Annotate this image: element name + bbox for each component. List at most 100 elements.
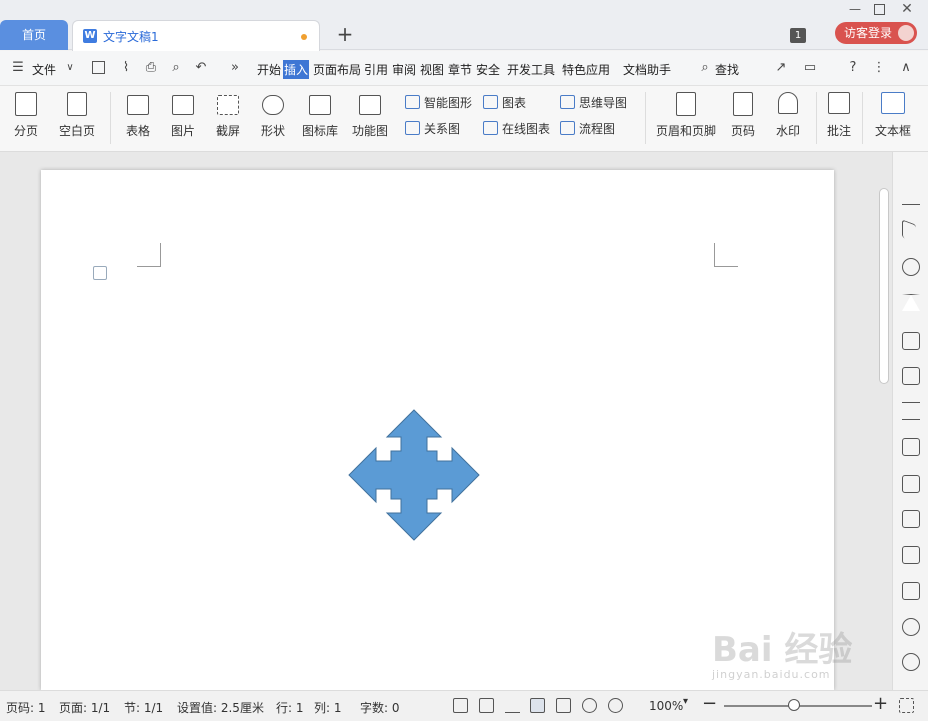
- shield-icon[interactable]: [902, 618, 920, 636]
- picture-icon[interactable]: [902, 582, 920, 600]
- image-icon[interactable]: [902, 438, 920, 456]
- page-view-icon[interactable]: [530, 698, 545, 713]
- status-page-number[interactable]: 页码: 1: [6, 699, 46, 716]
- unsaved-dot-icon: [301, 34, 307, 40]
- header-footer-button[interactable]: 页眉和页脚: [654, 92, 718, 139]
- paste-options-icon[interactable]: [93, 266, 107, 280]
- menu-start[interactable]: 开始: [257, 61, 281, 78]
- flowchart-icon: [560, 121, 575, 135]
- icon-library-button[interactable]: 图标库: [300, 92, 340, 139]
- text-box-button[interactable]: 文本框: [870, 92, 916, 139]
- menu-developer[interactable]: 开发工具: [507, 61, 555, 78]
- relation-chart-button[interactable]: 关系图: [405, 120, 460, 137]
- status-row[interactable]: 行: 1: [276, 699, 304, 716]
- document-page[interactable]: [41, 170, 834, 690]
- table-button[interactable]: 表格: [120, 92, 156, 139]
- picture-icon: [172, 95, 194, 115]
- menu-doc-assistant[interactable]: 文档助手: [623, 61, 671, 78]
- flowchart-button[interactable]: 流程图: [560, 120, 615, 137]
- blank-page-button[interactable]: 空白页: [53, 92, 101, 139]
- eye-protect-icon[interactable]: [608, 698, 623, 713]
- menu-review[interactable]: 审阅: [392, 61, 416, 78]
- tab-document[interactable]: W 文字文稿1: [72, 20, 320, 51]
- visitor-login-button[interactable]: 访客登录: [835, 22, 917, 44]
- zoom-in-icon[interactable]: +: [873, 693, 888, 714]
- watermark-button[interactable]: 水印: [770, 92, 806, 139]
- page-break-button[interactable]: 分页: [8, 92, 44, 139]
- web-view-icon[interactable]: [582, 698, 597, 713]
- help-icon[interactable]: ?: [845, 60, 861, 76]
- menu-insert[interactable]: 插入: [283, 60, 310, 79]
- close-icon[interactable]: ✕: [900, 2, 914, 17]
- smart-art-button[interactable]: 智能图形: [405, 94, 472, 111]
- scrollbar-thumb[interactable]: [879, 188, 889, 384]
- print-icon[interactable]: ⎙: [143, 60, 159, 76]
- menu-view[interactable]: 视图: [420, 61, 444, 78]
- write-mode-icon[interactable]: [505, 698, 520, 713]
- print-preview-icon[interactable]: ⌕: [168, 60, 184, 76]
- status-section[interactable]: 节: 1/1: [124, 699, 163, 716]
- menu-chapter[interactable]: 章节: [448, 61, 472, 78]
- fit-page-icon[interactable]: [899, 698, 914, 713]
- hamburger-icon[interactable]: ☰: [10, 60, 26, 76]
- export-icon[interactable]: [902, 475, 920, 493]
- maximize-icon[interactable]: [874, 4, 885, 15]
- apps-grid-icon[interactable]: [902, 367, 920, 385]
- blank-page-icon: [67, 92, 87, 116]
- menu-security[interactable]: 安全: [476, 61, 500, 78]
- shapes-icon[interactable]: [902, 258, 920, 276]
- tools-icon[interactable]: ▭: [802, 60, 818, 76]
- menu-page-layout[interactable]: 页面布局: [313, 61, 361, 78]
- shape-button[interactable]: 形状: [255, 92, 291, 139]
- status-word-count[interactable]: 字数: 0: [360, 699, 400, 716]
- zoom-chevron-icon[interactable]: ▾: [683, 696, 688, 707]
- outline-view-icon[interactable]: [556, 698, 571, 713]
- zoom-level[interactable]: 100%: [649, 699, 683, 713]
- edit-pen-icon[interactable]: [902, 187, 920, 205]
- function-chart-button[interactable]: 功能图: [347, 92, 393, 139]
- online-chart-button[interactable]: 在线图表: [483, 120, 550, 137]
- more-vertical-icon[interactable]: ⋮: [871, 60, 887, 76]
- adjust-icon[interactable]: [902, 402, 920, 420]
- page-count-badge[interactable]: 1: [790, 28, 806, 43]
- collapse-ribbon-icon[interactable]: ∧: [898, 60, 914, 76]
- archive-icon[interactable]: [902, 546, 920, 564]
- zoom-out-icon[interactable]: −: [702, 693, 717, 714]
- menu-reference[interactable]: 引用: [364, 61, 388, 78]
- status-column[interactable]: 列: 1: [314, 699, 342, 716]
- save-icon[interactable]: [92, 61, 105, 74]
- search-icon[interactable]: ⌕: [697, 60, 713, 76]
- screenshot-icon: [217, 95, 239, 115]
- screenshot-button[interactable]: 截屏: [210, 92, 246, 139]
- menu-file[interactable]: 文件: [32, 61, 56, 78]
- zoom-slider-thumb[interactable]: [788, 699, 800, 711]
- header-footer-label: 页眉和页脚: [655, 124, 716, 138]
- select-cursor-icon[interactable]: [902, 219, 916, 243]
- history-icon[interactable]: [902, 653, 920, 671]
- search-label[interactable]: 查找: [715, 61, 739, 78]
- table-grid-icon[interactable]: [902, 332, 920, 350]
- chart-button[interactable]: 图表: [483, 94, 526, 111]
- format-painter-icon[interactable]: ⌇: [118, 60, 134, 76]
- undo-icon[interactable]: ↶: [193, 60, 209, 76]
- more-toolbar-icon[interactable]: »: [227, 60, 243, 76]
- share-icon[interactable]: ↗: [773, 60, 789, 76]
- status-setting[interactable]: 设置值: 2.5厘米: [177, 699, 264, 716]
- menu-special[interactable]: 特色应用: [562, 61, 610, 78]
- new-tab-button[interactable]: +: [336, 24, 354, 46]
- four-way-arrow-shape[interactable]: [348, 409, 480, 541]
- fullscreen-icon[interactable]: [453, 698, 468, 713]
- picture-button[interactable]: 图片: [165, 92, 201, 139]
- comment-button[interactable]: 批注: [824, 92, 854, 139]
- chevron-down-icon[interactable]: ∨: [62, 60, 78, 76]
- right-sidebar: [892, 152, 928, 690]
- style-icon[interactable]: [902, 294, 920, 311]
- page-break-icon: [15, 92, 37, 116]
- status-pages[interactable]: 页面: 1/1: [59, 699, 110, 716]
- tab-home[interactable]: 首页: [0, 20, 68, 50]
- read-mode-icon[interactable]: [479, 698, 494, 713]
- mind-map-button[interactable]: 思维导图: [560, 94, 627, 111]
- page-number-button[interactable]: 页码: [725, 92, 761, 139]
- translate-icon[interactable]: [902, 510, 920, 528]
- minimize-icon[interactable]: —: [848, 3, 862, 17]
